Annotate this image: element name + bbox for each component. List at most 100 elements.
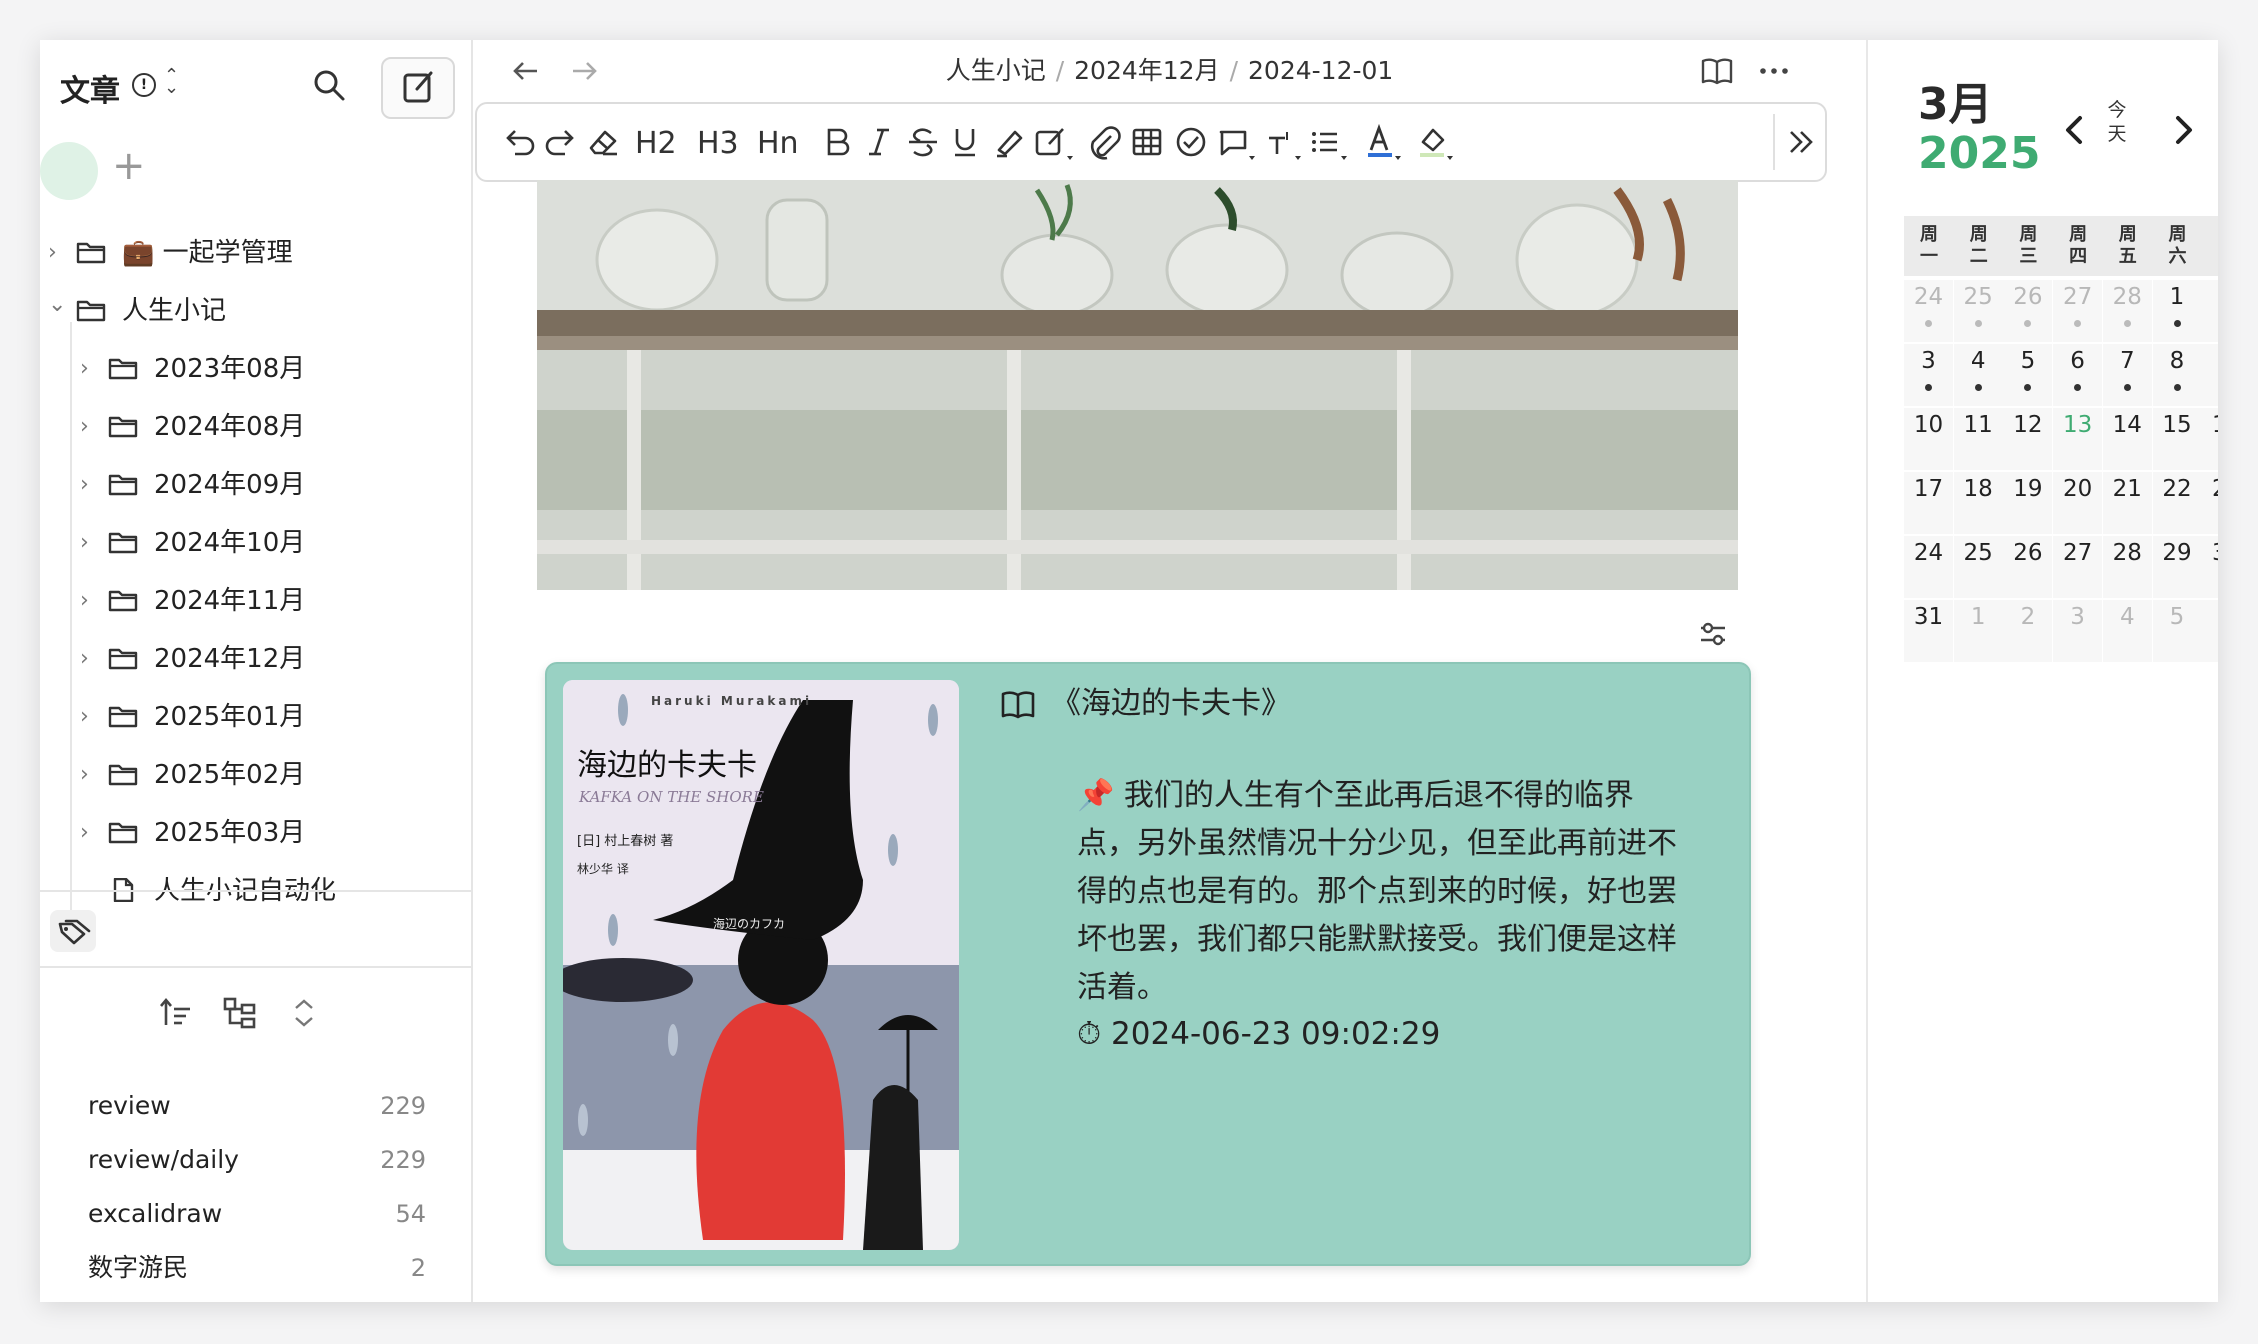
calendar-day[interactable]: 11 (1953, 408, 2003, 470)
calendar-day[interactable]: 27 (2053, 536, 2103, 598)
tree-item[interactable]: › 2024年08月 (80, 400, 460, 454)
calendar-day[interactable]: 12 (2003, 408, 2053, 470)
calendar-day[interactable]: 5 (2152, 600, 2202, 662)
calendar-day[interactable]: 22 (2152, 472, 2202, 534)
calendar-day[interactable]: 18 (1953, 472, 2003, 534)
chevron-right-icon[interactable]: › (80, 574, 100, 628)
callout-button[interactable] (1213, 120, 1257, 164)
calendar-day[interactable]: 24 (1904, 536, 1953, 598)
calendar-day[interactable]: 27 (2053, 280, 2103, 342)
calendar-day[interactable]: 21 (2102, 472, 2152, 534)
calendar-day[interactable]: 10 (1904, 408, 1953, 470)
calendar-day[interactable]: 13 (2053, 408, 2103, 470)
chevron-right-icon[interactable] (2166, 110, 2200, 150)
sort-toggle-icon[interactable]: ⌃ ⌄ (164, 67, 179, 97)
tree-item[interactable]: › 2025年01月 (80, 690, 460, 744)
italic-button[interactable] (857, 120, 901, 164)
breadcrumb-item[interactable]: 2024年12月 (1074, 56, 1219, 85)
expand-collapse-icon[interactable] (286, 995, 322, 1031)
calendar-day[interactable]: 19 (2003, 472, 2053, 534)
calendar-day[interactable]: 16 (2202, 408, 2218, 470)
tags-button[interactable] (50, 910, 96, 952)
redo-button[interactable] (539, 120, 583, 164)
underline-button[interactable] (943, 120, 987, 164)
calendar-day[interactable]: 26 (2003, 280, 2053, 342)
calendar-day[interactable]: 17 (1904, 472, 1953, 534)
chevron-right-icon[interactable]: › (80, 748, 100, 802)
clear-format-button[interactable] (581, 120, 625, 164)
calendar-day[interactable]: 7 (2102, 344, 2152, 406)
calendar-day[interactable]: 5 (2003, 344, 2053, 406)
calendar-day[interactable]: 28 (2102, 280, 2152, 342)
text-color-button[interactable] (1359, 120, 1403, 164)
tree-item[interactable]: › 2024年10月 (80, 516, 460, 570)
chevron-right-icon[interactable]: › (48, 226, 68, 280)
calendar-day[interactable]: 1 (1953, 600, 2003, 662)
chevron-right-icon[interactable]: › (80, 806, 100, 860)
tag-item[interactable]: excalidraw 54 (88, 1194, 426, 1234)
sort-ascending-icon[interactable] (158, 995, 194, 1031)
heading-n-button[interactable]: Hn (757, 122, 799, 166)
strikethrough-button[interactable] (901, 120, 945, 164)
today-button[interactable]: 今天 (2102, 98, 2132, 146)
tree-item[interactable]: › 💼 一起学管理 (48, 226, 460, 280)
superscript-button[interactable] (1261, 120, 1305, 164)
new-note-button[interactable] (381, 57, 455, 119)
add-icon[interactable]: + (112, 146, 146, 186)
calendar-day[interactable]: 8 (2152, 344, 2202, 406)
calendar-day[interactable]: 25 (1953, 280, 2003, 342)
calendar-day[interactable]: 28 (2102, 536, 2152, 598)
calendar-day[interactable]: 6 (2202, 600, 2218, 662)
chevron-right-icon[interactable]: › (80, 458, 100, 512)
tree-item[interactable]: › 2024年09月 (80, 458, 460, 512)
background-color-button[interactable] (1411, 120, 1455, 164)
calendar-day[interactable]: 9 (2202, 344, 2218, 406)
calendar-day[interactable]: 23 (2202, 472, 2218, 534)
calendar-day[interactable]: 1 (2152, 280, 2202, 342)
tree-item[interactable]: › 2023年08月 (80, 342, 460, 396)
calendar-day[interactable]: 29 (2152, 536, 2202, 598)
sidebar-title[interactable]: 文章 (60, 66, 120, 110)
calendar-day[interactable]: 2 (2202, 280, 2218, 342)
tree-item[interactable]: › 2024年11月 (80, 574, 460, 628)
reading-mode-icon[interactable] (1699, 54, 1735, 88)
info-icon[interactable]: ! (132, 73, 156, 97)
tree-view-icon[interactable] (222, 995, 258, 1031)
toolbar-expand-button[interactable] (1779, 120, 1823, 164)
avatar[interactable] (40, 142, 98, 200)
list-button[interactable] (1305, 120, 1349, 164)
tree-item[interactable]: › 2025年03月 (80, 806, 460, 860)
calendar-day[interactable]: 3 (1904, 344, 1953, 406)
calendar-day[interactable]: 25 (1953, 536, 2003, 598)
table-button[interactable] (1125, 120, 1169, 164)
calendar-day[interactable]: 3 (2053, 600, 2103, 662)
heading2-button[interactable]: H2 (635, 122, 677, 166)
book-title[interactable]: 《海边的卡夫卡》 (1051, 682, 1291, 726)
tag-item[interactable]: review 229 (88, 1086, 426, 1126)
tree-item[interactable]: › 2024年12月 (80, 632, 460, 686)
bold-button[interactable] (815, 120, 859, 164)
calendar-day[interactable]: 4 (1953, 344, 2003, 406)
chevron-right-icon[interactable]: › (80, 632, 100, 686)
attachment-button[interactable] (1081, 120, 1125, 164)
calendar-day[interactable]: 26 (2003, 536, 2053, 598)
calendar-day[interactable]: 20 (2053, 472, 2103, 534)
breadcrumb-item[interactable]: 人生小记 (946, 56, 1046, 85)
calendar-day[interactable]: 15 (2152, 408, 2202, 470)
chevron-down-icon[interactable]: ⌄ (48, 278, 68, 332)
more-options-icon[interactable] (1757, 54, 1791, 88)
calendar-day[interactable]: 6 (2053, 344, 2103, 406)
chevron-right-icon[interactable]: › (80, 342, 100, 396)
calendar-day[interactable]: 30 (2202, 536, 2218, 598)
calendar-day[interactable]: 2 (2003, 600, 2053, 662)
task-button[interactable] (1169, 120, 1213, 164)
annotate-button[interactable] (1029, 120, 1073, 164)
highlight-button[interactable] (987, 120, 1031, 164)
chevron-right-icon[interactable]: › (80, 516, 100, 570)
tree-item[interactable]: ⌄ 人生小记 (48, 284, 460, 338)
chevron-right-icon[interactable]: › (80, 690, 100, 744)
calendar-day[interactable]: 14 (2102, 408, 2152, 470)
calendar-day[interactable]: 24 (1904, 280, 1953, 342)
tag-item[interactable]: 数字游民 2 (88, 1248, 426, 1288)
undo-button[interactable] (497, 120, 541, 164)
